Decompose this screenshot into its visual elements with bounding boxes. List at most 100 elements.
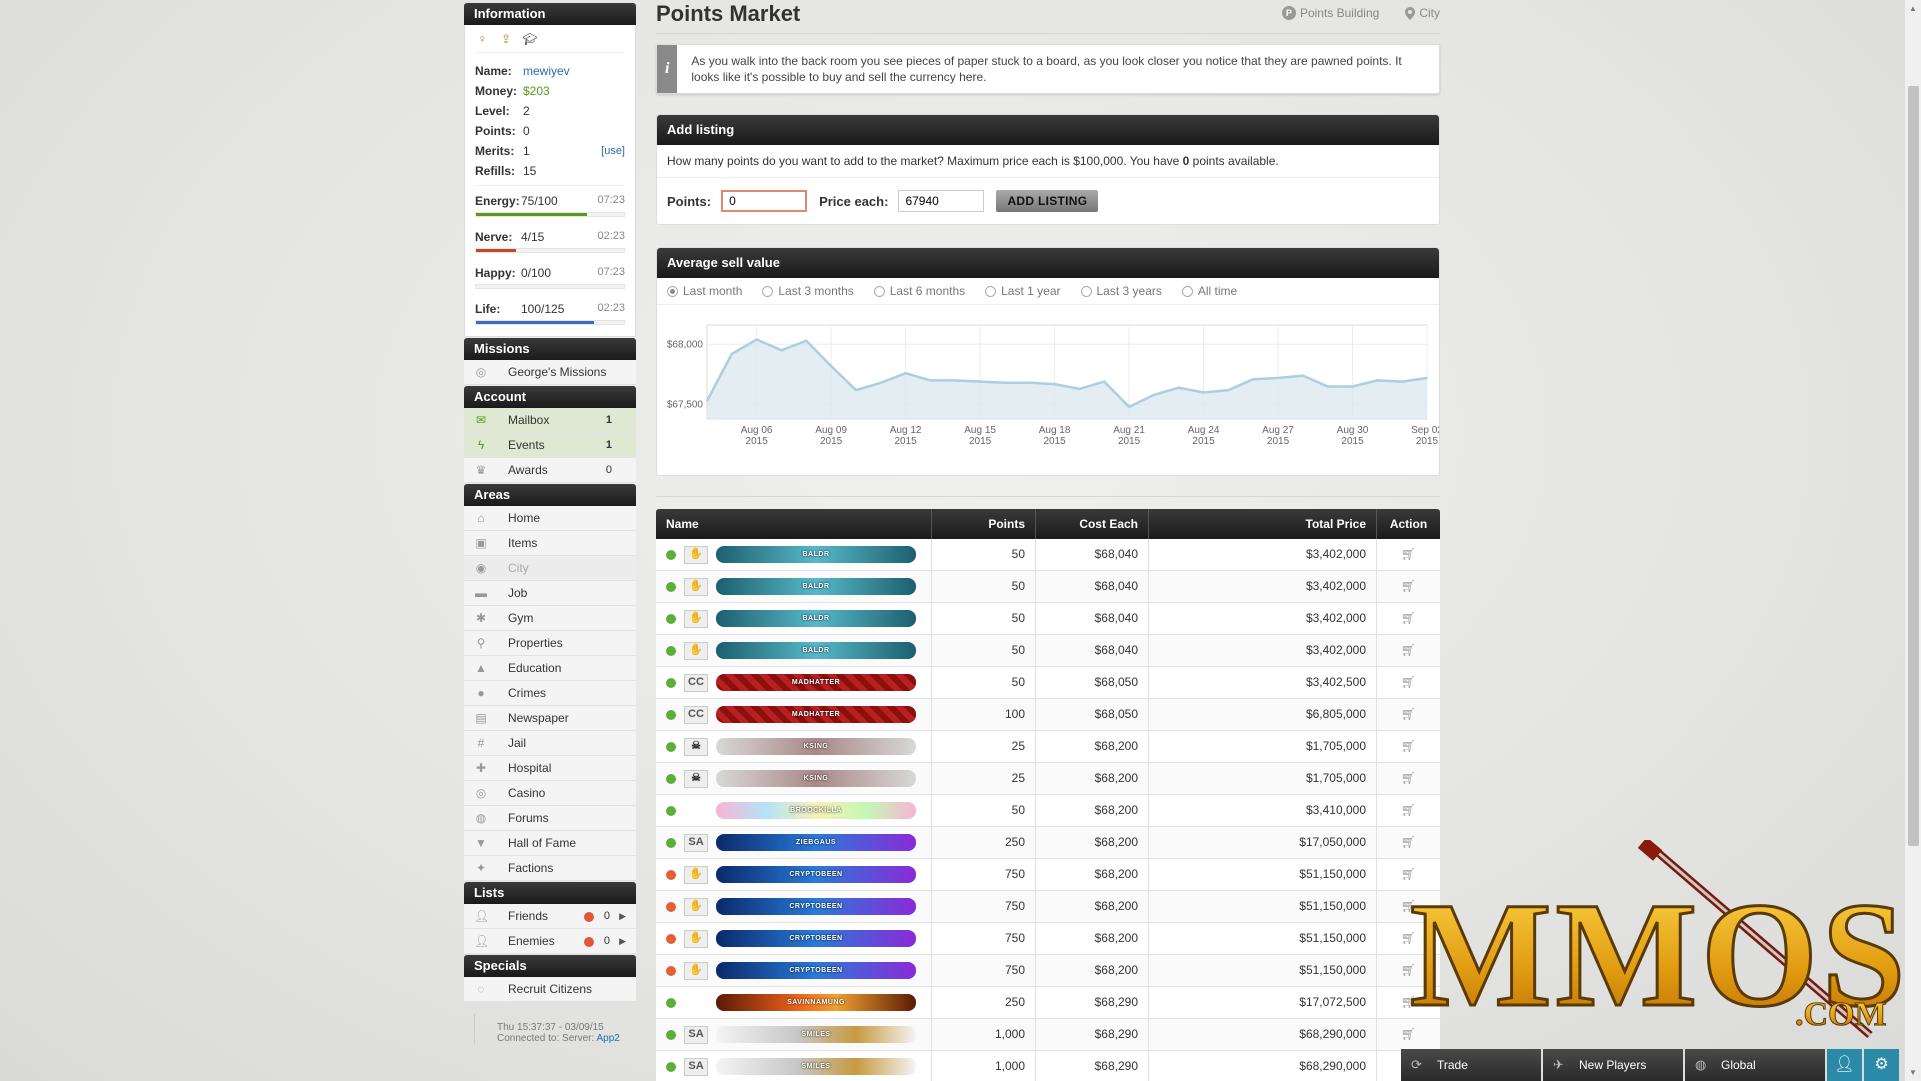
chat-tab-new-players[interactable]: ✈ New Players <box>1543 1049 1683 1081</box>
menu-item-job[interactable]: ▬ Job <box>464 581 636 606</box>
table-row[interactable]: SAVINNAMUNG 250 $68,290 $17,072,500 🛒︎ <box>656 987 1440 1019</box>
faction-cc-icon[interactable]: CC <box>684 673 708 692</box>
cart-icon[interactable]: 🛒︎ <box>1401 963 1416 977</box>
table-row[interactable]: CC MADHATTER 100 $68,050 $6,805,000 🛒︎ <box>656 699 1440 731</box>
table-row[interactable]: SA ZIEBGAUS 250 $68,200 $17,050,000 🛒︎ <box>656 827 1440 859</box>
cart-icon[interactable]: 🛒︎ <box>1401 995 1416 1009</box>
user-banner[interactable]: KSING <box>716 770 916 787</box>
faction-hand-icon[interactable]: ✋ <box>684 865 708 884</box>
cart-icon[interactable]: 🛒︎ <box>1401 931 1416 945</box>
user-banner[interactable]: BALDR <box>716 578 916 595</box>
faction-hand-icon[interactable]: ✋ <box>684 545 708 564</box>
range-option-last-6-months[interactable]: Last 6 months <box>873 284 965 298</box>
radio-button[interactable] <box>762 285 774 297</box>
col-name[interactable]: Name <box>656 509 932 539</box>
faction-hand-icon[interactable]: ✋ <box>684 929 708 948</box>
user-banner[interactable]: BALDR <box>716 642 916 659</box>
table-row[interactable]: SASMILES1,000$68,290$68,290,000🛒︎ <box>656 1051 1440 1081</box>
user-banner[interactable]: CRYPTOBEEN <box>716 898 916 915</box>
price-input[interactable] <box>898 190 985 212</box>
use-merits-link[interactable]: [use] <box>601 145 625 157</box>
faction-sa-icon[interactable]: SA <box>684 1057 708 1076</box>
cart-icon[interactable]: 🛒︎ <box>1401 579 1416 593</box>
scrollbar[interactable]: ▲ ▼ <box>1904 0 1921 1081</box>
cart-icon[interactable]: 🛒︎ <box>1401 835 1416 849</box>
cart-icon[interactable]: 🛒︎ <box>1401 771 1416 785</box>
user-banner[interactable]: SAVINNAMUNG <box>716 994 916 1011</box>
table-row[interactable]: ✋ CRYPTOBEEN 750 $68,200 $51,150,000 🛒︎ <box>656 923 1440 955</box>
table-row[interactable]: ☠ KSING 25 $68,200 $1,705,000 🛒︎ <box>656 731 1440 763</box>
table-row[interactable]: ✋ BALDR 50 $68,040 $3,402,000 🛒︎ <box>656 603 1440 635</box>
faction-skull-icon[interactable]: ☠ <box>684 737 708 756</box>
upload-icon[interactable]: ⇪ <box>499 32 513 46</box>
cart-icon[interactable]: 🛒︎ <box>1401 867 1416 881</box>
user-banner[interactable]: SMILES <box>716 1058 916 1075</box>
user-banner[interactable]: CRYPTOBEEN <box>716 962 916 979</box>
faction-hand-icon[interactable]: ✋ <box>684 641 708 660</box>
col-cost[interactable]: Cost Each <box>1036 509 1149 539</box>
user-banner[interactable]: ZIEBGAUS <box>716 834 916 851</box>
range-option-all-time[interactable]: All time <box>1181 284 1237 298</box>
add-listing-button[interactable]: ADD LISTING <box>996 190 1099 212</box>
cart-icon[interactable]: 🛒︎ <box>1401 643 1416 657</box>
points-building-link[interactable]: P Points Building <box>1281 6 1379 20</box>
menu-item-newspaper[interactable]: ▤ Newspaper <box>464 706 636 731</box>
radio-button[interactable] <box>667 285 678 297</box>
radio-button[interactable] <box>1181 285 1193 297</box>
table-row[interactable]: ✋ BALDR 50 $68,040 $3,402,000 🛒︎ <box>656 539 1440 571</box>
menu-item-education[interactable]: ▲ Education <box>464 656 636 681</box>
menu-item-casino[interactable]: ◎ Casino <box>464 781 636 806</box>
menu-item-gym[interactable]: ✱ Gym <box>464 606 636 631</box>
user-banner[interactable]: BALDR <box>716 546 916 563</box>
menu-item-factions[interactable]: ✦ Factions <box>464 856 636 881</box>
server-link[interactable]: App2 <box>597 1033 620 1044</box>
table-row[interactable]: BROOCKILLA 50 $68,200 $3,410,000 🛒︎ <box>656 795 1440 827</box>
cart-icon[interactable]: 🛒︎ <box>1401 803 1416 817</box>
cart-icon[interactable]: 🛒︎ <box>1401 707 1416 721</box>
range-option-last-3-months[interactable]: Last 3 months <box>762 284 854 298</box>
table-row[interactable]: ✋ CRYPTOBEEN 750 $68,200 $51,150,000 🛒︎ <box>656 955 1440 987</box>
range-option-last-3-years[interactable]: Last 3 years <box>1080 284 1162 298</box>
user-banner[interactable]: MADHATTER <box>716 706 916 723</box>
menu-item-george-s-missions[interactable]: ◎ George's Missions <box>464 360 636 385</box>
cart-icon[interactable]: 🛒︎ <box>1401 675 1416 689</box>
scrollbar-thumb[interactable] <box>1908 86 1919 846</box>
points-input[interactable] <box>721 190 808 212</box>
cart-icon[interactable]: 🛒︎ <box>1401 1027 1416 1041</box>
settings-gear-icon[interactable]: ⚙ <box>1864 1049 1899 1081</box>
menu-item-items[interactable]: ▣ Items <box>464 531 636 556</box>
table-row[interactable]: SASMILES1,000$68,290$68,290,000🛒︎ <box>656 1019 1440 1051</box>
table-row[interactable]: ✋ CRYPTOBEEN 750 $68,200 $51,150,000 🛒︎ <box>656 891 1440 923</box>
info-value[interactable]: mewiyev <box>523 64 625 78</box>
table-row[interactable]: ✋ CRYPTOBEEN 750 $68,200 $51,150,000 🛒︎ <box>656 859 1440 891</box>
user-banner[interactable]: BROOCKILLA <box>716 802 916 819</box>
table-row[interactable]: ✋ BALDR 50 $68,040 $3,402,000 🛒︎ <box>656 571 1440 603</box>
menu-item-recruit-citizens[interactable]: ◌ Recruit Citizens <box>464 977 636 1002</box>
scroll-up-icon[interactable]: ▲ <box>1909 4 1917 13</box>
cart-icon[interactable]: 🛒︎ <box>1401 739 1416 753</box>
cart-icon[interactable]: 🛒︎ <box>1401 899 1416 913</box>
menu-item-crimes[interactable]: ● Crimes <box>464 681 636 706</box>
menu-item-forums[interactable]: ◍ Forums <box>464 806 636 831</box>
menu-item-enemies[interactable]: 👤︎ Enemies 0 ▶ <box>464 929 636 954</box>
user-banner[interactable]: CRYPTOBEEN <box>716 930 916 947</box>
menu-item-properties[interactable]: ⚲ Properties <box>464 631 636 656</box>
chat-tab-global[interactable]: ◍ Global <box>1685 1049 1825 1081</box>
menu-item-home[interactable]: ⌂ Home <box>464 506 636 531</box>
menu-item-events[interactable]: ϟ Events 1 <box>464 433 636 458</box>
faction-skull-icon[interactable]: ☠ <box>684 769 708 788</box>
menu-item-awards[interactable]: ♛ Awards 0 <box>464 458 636 483</box>
graduation-cap-icon[interactable]: 🎓︎ <box>522 32 537 46</box>
range-option-last-month[interactable]: Last month <box>667 284 742 298</box>
chevron-right-icon[interactable]: ▶ <box>619 929 626 954</box>
menu-item-hospital[interactable]: ✚ Hospital <box>464 756 636 781</box>
user-banner[interactable]: KSING <box>716 738 916 755</box>
menu-item-friends[interactable]: 👤︎ Friends 0 ▶ <box>464 904 636 929</box>
table-row[interactable]: ☠ KSING 25 $68,200 $1,705,000 🛒︎ <box>656 763 1440 795</box>
chat-tab-trade[interactable]: ⟳ Trade <box>1401 1049 1541 1081</box>
faction-sa-icon[interactable]: SA <box>684 833 708 852</box>
scroll-down-icon[interactable]: ▼ <box>1909 1068 1917 1077</box>
faction-hand-icon[interactable]: ✋ <box>684 609 708 628</box>
faction-hand-icon[interactable]: ✋ <box>684 961 708 980</box>
menu-item-jail[interactable]: # Jail <box>464 731 636 756</box>
